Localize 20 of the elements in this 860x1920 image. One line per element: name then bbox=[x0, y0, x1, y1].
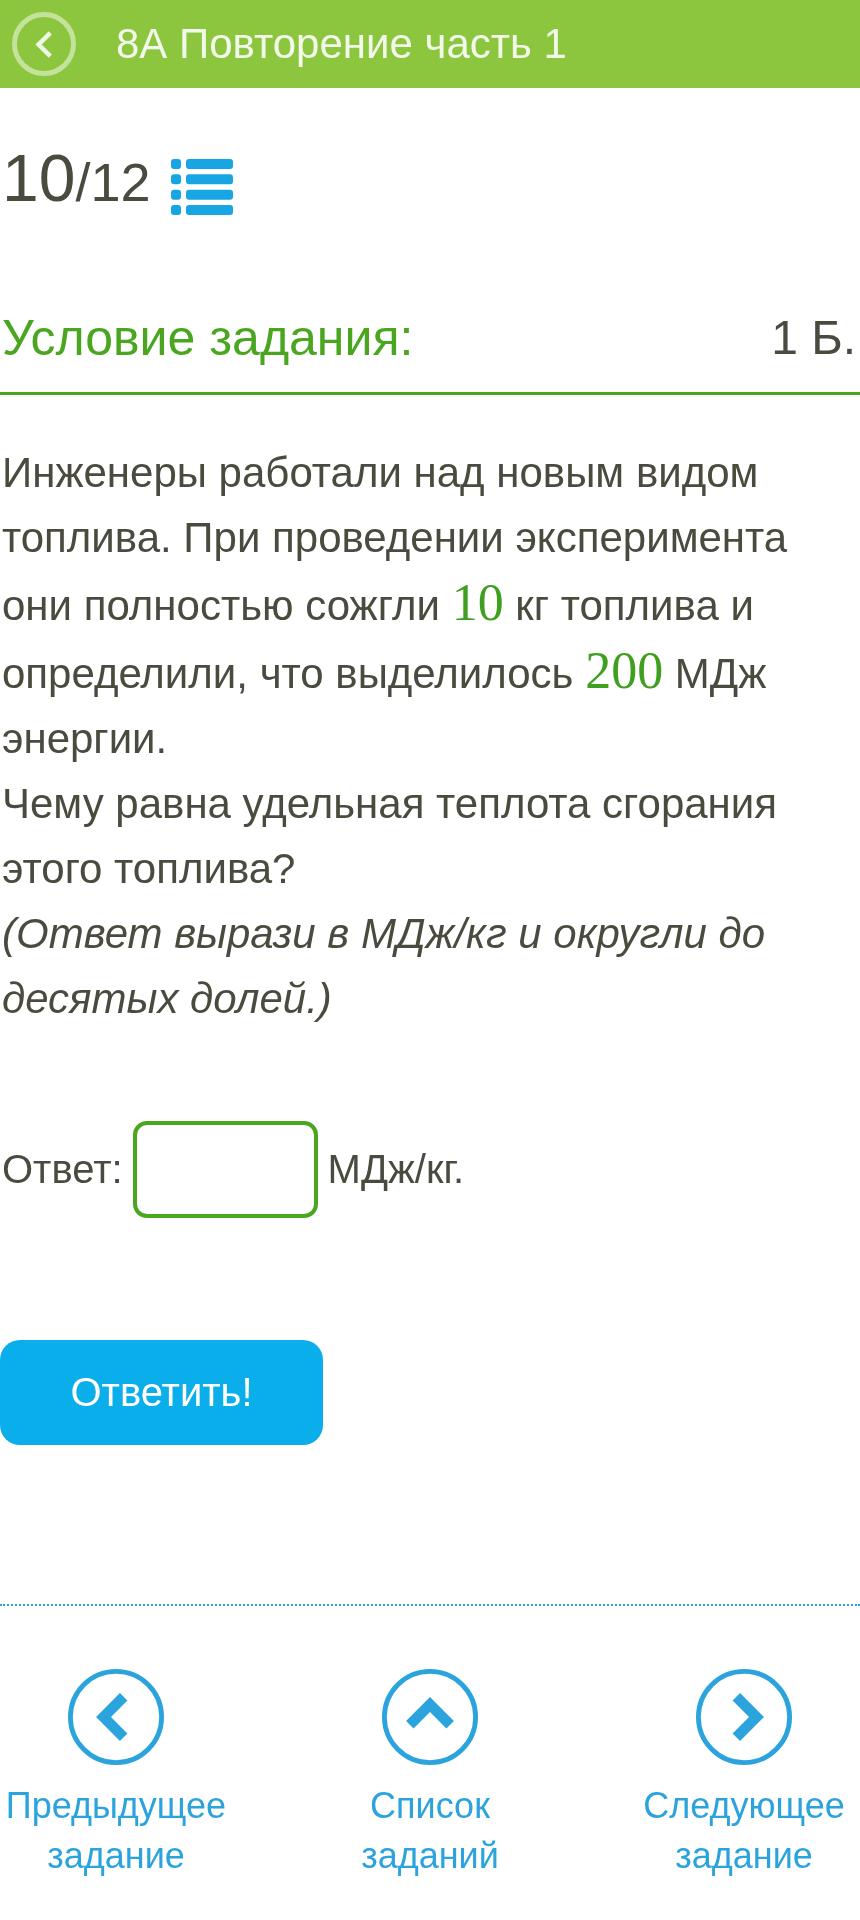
task-list-link[interactable]: Список заданий bbox=[314, 1669, 546, 1881]
unit-label: МДж/кг. bbox=[327, 1147, 465, 1192]
back-button[interactable] bbox=[12, 12, 76, 76]
chevron-up-circle-icon bbox=[382, 1669, 478, 1765]
chevron-right-circle-icon bbox=[696, 1669, 792, 1765]
submit-button[interactable]: Ответить! bbox=[0, 1340, 323, 1445]
task-heading: Условие задания: bbox=[2, 309, 414, 368]
problem-text: Инженеры работали над новым видом топлива. При проведении эксперимента они полностью сожгли 10 кг топлива и определили, что выделилось 200 МДж энергии. bbox=[2, 448, 789, 764]
next-task-link[interactable]: Следующее задание bbox=[628, 1669, 860, 1881]
header-title: 8А Повторение часть 1 bbox=[116, 20, 567, 68]
instruction-note: (Ответ вырази в МДж/кг и округли до десятых долей.) bbox=[2, 909, 766, 1024]
chevron-left-circle-icon bbox=[68, 1669, 164, 1765]
question-text: Чему равна удельная теплота сгорания этого топлива? bbox=[2, 779, 778, 894]
answer-label: Ответ: bbox=[2, 1147, 123, 1192]
points-label: 1 Б. bbox=[771, 310, 856, 366]
previous-task-link[interactable]: Предыдущее задание bbox=[0, 1669, 232, 1881]
task-counter: 10/12 bbox=[2, 143, 151, 217]
answer-field[interactable] bbox=[132, 1121, 318, 1218]
chevron-left-icon bbox=[35, 30, 53, 58]
list-icon[interactable] bbox=[170, 159, 233, 215]
